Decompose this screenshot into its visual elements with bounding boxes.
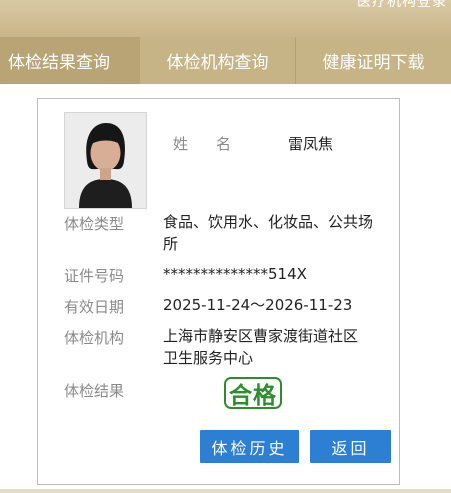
name-label: 姓名 — [173, 135, 260, 153]
exam-institution-label: 体检机构 — [64, 329, 125, 347]
id-number-value: **************514X — [163, 265, 307, 283]
institution-login-link[interactable]: 医疗机构登录 — [357, 0, 447, 11]
tab-health-certificate-download[interactable]: 健康证明下载 — [296, 37, 451, 84]
valid-date-value: 2025-11-24～2026-11-23 — [163, 296, 353, 314]
exam-type-value: 食品、饮用水、化妆品、公共场所 — [163, 213, 374, 253]
tab-exam-institution-query[interactable]: 体检机构查询 — [140, 37, 296, 84]
tab-exam-result-query[interactable]: 体检结果查询 — [0, 37, 140, 84]
person-photo — [64, 112, 147, 209]
top-bar: 医疗机构登录 — [0, 0, 451, 37]
exam-result-label: 体检结果 — [64, 382, 125, 400]
back-button[interactable]: 返回 — [310, 430, 391, 463]
valid-date-label: 有效日期 — [64, 298, 125, 316]
health-certificate-card: 姓名 雷凤焦 体检类型 食品、饮用水、化妆品、公共场所 证件号码 *******… — [37, 98, 400, 485]
exam-institution-value: 上海市静安区曹家渡街道社区卫生服务中心 — [163, 327, 359, 367]
person-photo-icon — [65, 113, 146, 208]
name-value: 雷凤焦 — [288, 135, 334, 153]
id-number-label: 证件号码 — [64, 267, 125, 285]
exam-type-label: 体检类型 — [64, 215, 125, 233]
bottom-divider — [0, 489, 451, 493]
qualified-stamp: 合格 — [224, 377, 282, 409]
nav-tabs: 体检结果查询 体检机构查询 健康证明下载 — [0, 37, 451, 84]
exam-history-button[interactable]: 体检历史 — [200, 430, 299, 463]
